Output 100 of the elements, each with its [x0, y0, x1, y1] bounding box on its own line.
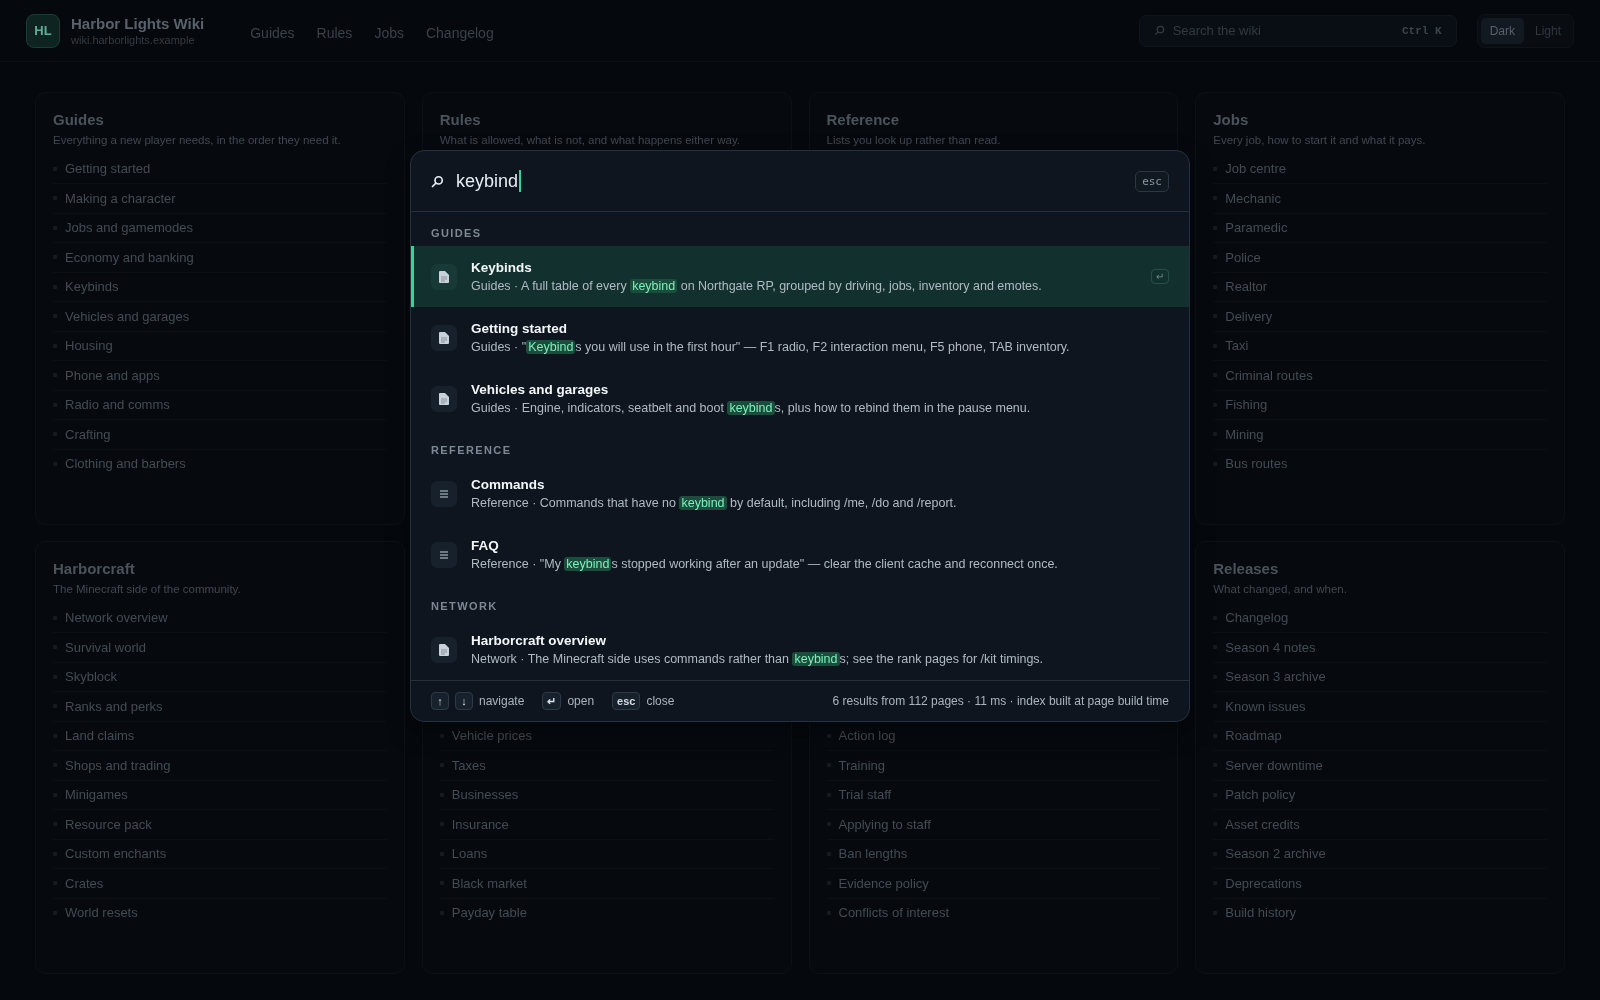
page-link[interactable]: Network overview	[65, 610, 168, 626]
result-title: Getting started	[471, 321, 568, 336]
logo[interactable]: HL	[26, 13, 60, 48]
result-snippet: Reference · Commands that have no keybind by default, including /me, /do and /report.	[471, 496, 958, 510]
page-link[interactable]: Bus routes	[1225, 456, 1288, 472]
page-link[interactable]: Evidence policy	[838, 875, 929, 891]
page-link[interactable]: Taxes	[451, 757, 486, 773]
page-link[interactable]: Businesses	[451, 787, 519, 803]
page-link[interactable]: Roadmap	[1225, 728, 1282, 744]
page-link[interactable]: World resets	[65, 905, 138, 921]
page-link[interactable]: Deprecations	[1225, 875, 1302, 891]
page-link[interactable]: Criminal routes	[1225, 367, 1313, 383]
page-link[interactable]: Job centre	[1225, 161, 1286, 177]
page-link[interactable]: Black market	[451, 875, 527, 891]
page-link[interactable]: Payday table	[451, 905, 527, 921]
page-link[interactable]: Skyblock	[65, 669, 118, 685]
nav-link[interactable]: Jobs	[374, 24, 404, 41]
close-key[interactable]: esc	[1135, 170, 1169, 192]
section-title: Releases	[1213, 560, 1280, 577]
key-label: close	[646, 694, 675, 708]
nav-link[interactable]: Guides	[250, 24, 295, 41]
page-link[interactable]: Resource pack	[65, 816, 152, 832]
result-stats: 6 results from 112 pages · 11 ms · index built at page build time	[832, 694, 1169, 708]
page-link[interactable]: Conflicts of interest	[838, 905, 950, 921]
page-link[interactable]: Custom enchants	[65, 846, 167, 862]
page-link[interactable]: Mechanic	[1225, 190, 1281, 206]
search-result[interactable]: Vehicles and garages Guides · Engine, indicators, seatbelt and boot keybind s, plus how to rebind them in the pause menu.	[411, 368, 1189, 429]
page-link[interactable]: Realtor	[1225, 279, 1268, 295]
page-link[interactable]: Server downtime	[1225, 757, 1323, 773]
page-link[interactable]: Keybinds	[65, 279, 119, 295]
page-link[interactable]: Delivery	[1225, 308, 1273, 324]
page-link[interactable]: Clothing and barbers	[65, 456, 186, 472]
page-link[interactable]: Shops and trading	[65, 757, 171, 773]
section-title: Rules	[439, 111, 482, 128]
theme-toggle[interactable]: Dark	[1480, 17, 1524, 44]
section-subtitle: Everything a new player needs, in the order they need it.	[53, 134, 342, 146]
group-label: REFERENCE	[430, 443, 513, 458]
page-link[interactable]: Asset credits	[1225, 816, 1300, 832]
document-icon	[431, 324, 457, 351]
page-link[interactable]: Season 4 notes	[1225, 639, 1316, 655]
enter-key-hint: ↵	[1151, 269, 1169, 284]
result-snippet: Network · The Minecraft side uses commands rather than keybind s; see the rank pages for /kit timings.	[471, 652, 1045, 666]
page-link[interactable]: Vehicle prices	[451, 728, 532, 744]
page-link[interactable]: Getting started	[65, 161, 151, 177]
page-link[interactable]: Trial staff	[838, 787, 892, 803]
page-link[interactable]: Vehicles and garages	[65, 308, 190, 324]
result-title: FAQ	[471, 538, 500, 553]
page-link[interactable]: Season 2 archive	[1225, 846, 1326, 862]
key-label: navigate	[479, 694, 525, 708]
page-link[interactable]: Action log	[838, 728, 896, 744]
page-link[interactable]: Known issues	[1225, 698, 1306, 714]
page-link[interactable]: Police	[1225, 249, 1261, 265]
search-result[interactable]: Harborcraft overview Network · The Minecraft side uses commands rather than keybind s; see the rank pages for /kit timings.	[411, 619, 1189, 680]
section-subtitle: Lists you look up rather than read.	[826, 134, 1002, 146]
key-hint: ↵	[542, 692, 562, 710]
nav-link[interactable]: Changelog	[425, 24, 494, 41]
page-link[interactable]: Changelog	[1225, 610, 1289, 626]
group-label: GUIDES	[430, 226, 483, 241]
nav-link[interactable]: Rules	[316, 24, 353, 41]
list-icon	[431, 541, 457, 568]
page-link[interactable]: Taxi	[1225, 338, 1249, 354]
list-icon	[431, 480, 457, 507]
result-snippet: Reference · "My keybind s stopped working after an update" — clear the client cache and reconnect once.	[471, 557, 1059, 571]
page-link[interactable]: Build history	[1225, 905, 1297, 921]
page-link[interactable]: Crates	[65, 875, 104, 891]
page-link[interactable]: Phone and apps	[65, 367, 160, 383]
page-link[interactable]: Jobs and gamemodes	[65, 220, 193, 236]
page-link[interactable]: Radio and comms	[65, 397, 170, 413]
page-link[interactable]: Insurance	[451, 816, 509, 832]
page-link[interactable]: Fishing	[1225, 397, 1268, 413]
page-link[interactable]: Housing	[65, 338, 113, 354]
search-icon	[1153, 25, 1165, 36]
page-link[interactable]: Making a character	[65, 190, 176, 206]
result-title: Keybinds	[471, 260, 533, 275]
section-subtitle: Every job, how to start it and what it pays.	[1213, 134, 1427, 146]
search-result[interactable]: Commands Reference · Commands that have no keybind by default, including /me, /do and /report.	[411, 463, 1189, 524]
page-link[interactable]: Loans	[451, 846, 488, 862]
search-result[interactable]: Keybinds Guides · A full table of every keybind on Northgate RP, grouped by driving, jobs, inventory and emotes. ↵	[411, 246, 1189, 307]
page-link[interactable]: Ban lengths	[838, 846, 908, 862]
result-title: Vehicles and garages	[471, 382, 610, 397]
result-title: Harborcraft overview	[471, 633, 608, 648]
search-input[interactable]: keybind	[456, 170, 1124, 192]
key-label: open	[567, 694, 595, 708]
page-link[interactable]: Ranks and perks	[65, 698, 163, 714]
page-link[interactable]: Applying to staff	[838, 816, 931, 832]
page-link[interactable]: Mining	[1225, 426, 1264, 442]
page-link[interactable]: Survival world	[65, 639, 146, 655]
page-link[interactable]: Land claims	[65, 728, 135, 744]
page-link[interactable]: Economy and banking	[65, 249, 194, 265]
page-link[interactable]: Paramedic	[1225, 220, 1288, 236]
search-result[interactable]: FAQ Reference · "My keybind s stopped working after an update" — clear the client cache and reconnect once.	[411, 524, 1189, 585]
page-link[interactable]: Minigames	[65, 787, 128, 803]
section-subtitle: What changed, and when.	[1213, 583, 1348, 595]
page-link[interactable]: Training	[838, 757, 885, 773]
page-link[interactable]: Crafting	[65, 426, 111, 442]
section-title: Reference	[826, 111, 901, 128]
search-result[interactable]: Getting started Guides · " Keybind s you will use in the first hour" — F1 radio, F2 interaction menu, F5 phone, TAB inventory.	[411, 307, 1189, 368]
result-snippet: Guides · A full table of every keybind on Northgate RP, grouped by driving, jobs, inventory and emotes.	[471, 279, 1043, 293]
page-link[interactable]: Season 3 archive	[1225, 669, 1326, 685]
page-link[interactable]: Patch policy	[1225, 787, 1296, 803]
